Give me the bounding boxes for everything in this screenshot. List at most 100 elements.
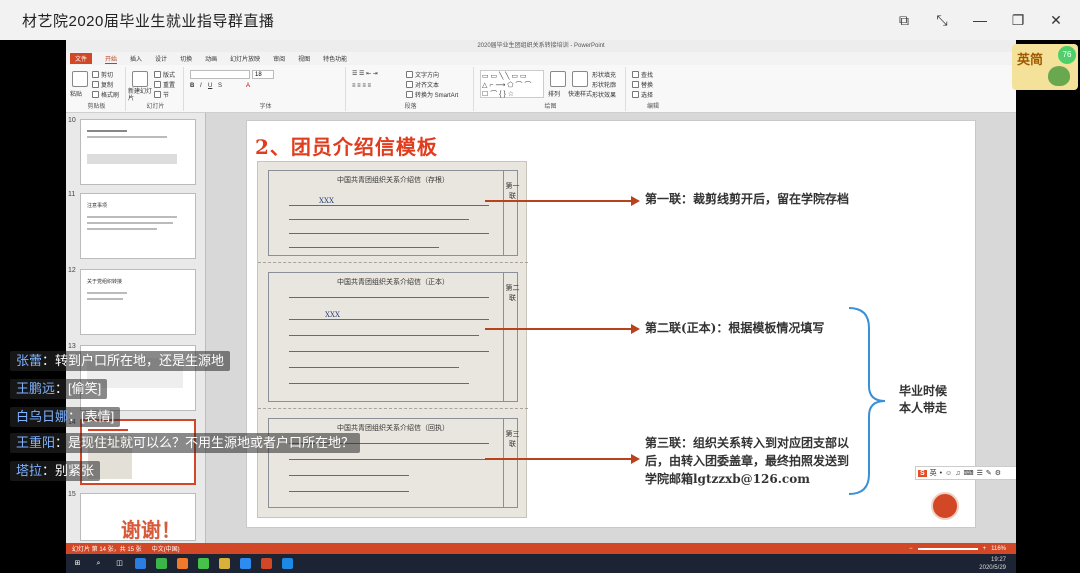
ime-toolbar[interactable]: S 英 • ☺ ♫ ⌨ ☰ ✎ ⚙ xyxy=(915,466,1016,480)
arrange-icon[interactable] xyxy=(550,71,566,87)
smartart-icon xyxy=(406,91,413,98)
comment-item: 王重阳：是现住址就可以么？不用生源地或者户口所在地？ xyxy=(10,433,361,453)
text-direction-button[interactable]: 文字方向 xyxy=(406,70,439,79)
minimize-icon[interactable]: — xyxy=(970,10,990,30)
shrink-icon[interactable]: ⤡ xyxy=(932,10,952,30)
editing-group-label: 编辑 xyxy=(646,104,659,110)
italic-button[interactable]: I xyxy=(200,83,202,89)
clock-date: 2020/5/29 xyxy=(979,565,1006,571)
find-button[interactable]: 查找 xyxy=(632,70,653,79)
tab-transitions[interactable]: 切换 xyxy=(180,54,192,63)
tab-review[interactable]: 审阅 xyxy=(273,54,285,63)
font-family-select[interactable] xyxy=(190,70,250,79)
thumb-title: 注意事项 xyxy=(87,203,108,209)
ime-item[interactable]: ♫ xyxy=(955,470,960,477)
tab-insert[interactable]: 插入 xyxy=(130,54,142,63)
thumb-title: 关于党组织转接 xyxy=(87,279,123,285)
arrow-head-first xyxy=(631,196,640,206)
cut-button[interactable]: 剪切 xyxy=(92,70,113,79)
right-brace-shape xyxy=(848,307,886,495)
slide-thumbnail-10[interactable] xyxy=(80,119,196,185)
tab-slideshow[interactable]: 幻灯片放映 xyxy=(230,54,260,63)
bullets-icon[interactable]: ☰ ☰ ⇤ ⇥ xyxy=(352,70,378,77)
comment-author[interactable]: 张蕾 xyxy=(16,353,42,368)
quick-styles-button[interactable]: 快速样式 xyxy=(568,89,592,98)
form-name-stub: XXX xyxy=(319,197,334,205)
bold-button[interactable]: B xyxy=(190,83,194,89)
replace-button[interactable]: 替换 xyxy=(632,80,653,89)
ime-item[interactable]: • xyxy=(940,470,942,477)
thumb-text-line xyxy=(87,216,177,218)
tab-design[interactable]: 设计 xyxy=(155,54,167,63)
comment-text: 是现住址就可以么？不用生源地或者户口所在地？ xyxy=(68,435,355,450)
text-direction-label: 文字方向 xyxy=(415,73,440,79)
new-slide-icon[interactable] xyxy=(132,71,148,87)
shape-outline-button[interactable]: 形状轮廓 xyxy=(592,80,616,89)
font-color-button[interactable]: A xyxy=(246,83,250,89)
align-text-button[interactable]: 对齐文本 xyxy=(406,80,439,89)
tab-file[interactable]: 文件 xyxy=(70,53,93,64)
slide-thumbnail-11[interactable]: 注意事项 xyxy=(80,193,196,259)
underline-button[interactable]: U xyxy=(208,83,212,89)
zoom-slider[interactable] xyxy=(917,547,978,550)
replace-label: 替换 xyxy=(641,83,654,89)
comment-text: 别紧张 xyxy=(55,463,95,478)
comment-text: [表情] xyxy=(81,409,115,424)
select-button[interactable]: 选择 xyxy=(632,90,653,99)
tab-view[interactable]: 视图 xyxy=(298,54,310,63)
smartart-button[interactable]: 转换为 SmartArt xyxy=(406,90,458,99)
close-icon[interactable]: ✕ xyxy=(1046,10,1066,30)
comment-author[interactable]: 王鹏远 xyxy=(16,381,55,396)
shape-fill-button[interactable]: 形状填充 xyxy=(592,70,616,79)
copy-button[interactable]: 复制 xyxy=(92,80,113,89)
comment-item: 王鹏远：[偷笑] xyxy=(10,379,108,399)
comment-author[interactable]: 塔拉 xyxy=(16,463,42,478)
section-button[interactable]: 节 xyxy=(154,90,169,99)
note-third-line-3: 学院邮箱lgtzzxb@126.com xyxy=(645,472,810,486)
arrow-head-third xyxy=(631,454,640,464)
paste-icon[interactable] xyxy=(72,71,88,87)
shadow-button[interactable]: S xyxy=(218,83,222,89)
comment-author[interactable]: 白乌日娜 xyxy=(16,409,68,424)
window-title-bar: 材艺院2020届毕业生就业指导群直播 ⧉ ⤡ — ❐ ✕ xyxy=(0,0,1080,40)
ime-item[interactable]: ☰ xyxy=(977,469,983,477)
popout-icon[interactable]: ⧉ xyxy=(894,10,914,30)
form-line xyxy=(289,297,489,298)
format-painter-button[interactable]: 格式刷 xyxy=(92,90,119,99)
ime-item[interactable]: ☺ xyxy=(945,470,952,477)
reset-icon xyxy=(154,81,161,88)
arrow-head-second xyxy=(631,324,640,334)
reset-label: 重置 xyxy=(163,83,176,89)
quick-styles-icon[interactable] xyxy=(572,71,588,87)
comment-author[interactable]: 王重阳 xyxy=(16,435,55,450)
tab-animations[interactable]: 动画 xyxy=(205,54,217,63)
zoom-level: 116% xyxy=(991,545,1006,552)
zoom-out-icon[interactable]: − xyxy=(909,546,913,552)
font-size-select[interactable]: 18 xyxy=(252,70,274,79)
restore-icon[interactable]: ❐ xyxy=(1008,10,1028,30)
thumb-number: 10 xyxy=(68,117,76,124)
zoom-in-icon[interactable]: + xyxy=(983,546,987,552)
text-direction-icon xyxy=(406,71,413,78)
reset-button[interactable]: 重置 xyxy=(154,80,175,89)
ime-item[interactable]: ✎ xyxy=(986,469,992,477)
paste-button[interactable]: 粘贴 xyxy=(70,89,82,98)
tab-features[interactable]: 特色功能 xyxy=(323,54,347,63)
align-icons[interactable]: ≡ ≡ ≡ ≡ xyxy=(352,83,371,89)
ime-item[interactable]: ⌨ xyxy=(964,469,974,477)
zoom-control[interactable]: − + 116% xyxy=(909,543,1006,554)
arrange-button[interactable]: 排列 xyxy=(548,89,560,98)
record-button[interactable] xyxy=(931,492,959,520)
shapes-gallery[interactable]: ▭ ▭ ╲ ╲ ▭ ▭ △ ⌐ ⟶ ⬠ ⌒ ⌒ ☐ ⌒ { } ☆ xyxy=(480,70,544,98)
form-line xyxy=(289,219,469,220)
form-line xyxy=(289,205,489,206)
ime-item[interactable]: 英 xyxy=(930,468,937,478)
layout-button[interactable]: 版式 xyxy=(154,70,175,79)
tab-home[interactable]: 开始 xyxy=(105,54,118,64)
shape-effects-button[interactable]: 形状效果 xyxy=(592,90,616,99)
sogou-logo-icon: S xyxy=(918,469,927,477)
thumb-text-line xyxy=(87,228,157,230)
ime-item[interactable]: ⚙ xyxy=(995,469,1001,477)
streamer-avatar[interactable]: 英简 76 xyxy=(1012,44,1078,90)
paragraph-group-label: 段落 xyxy=(404,104,417,110)
